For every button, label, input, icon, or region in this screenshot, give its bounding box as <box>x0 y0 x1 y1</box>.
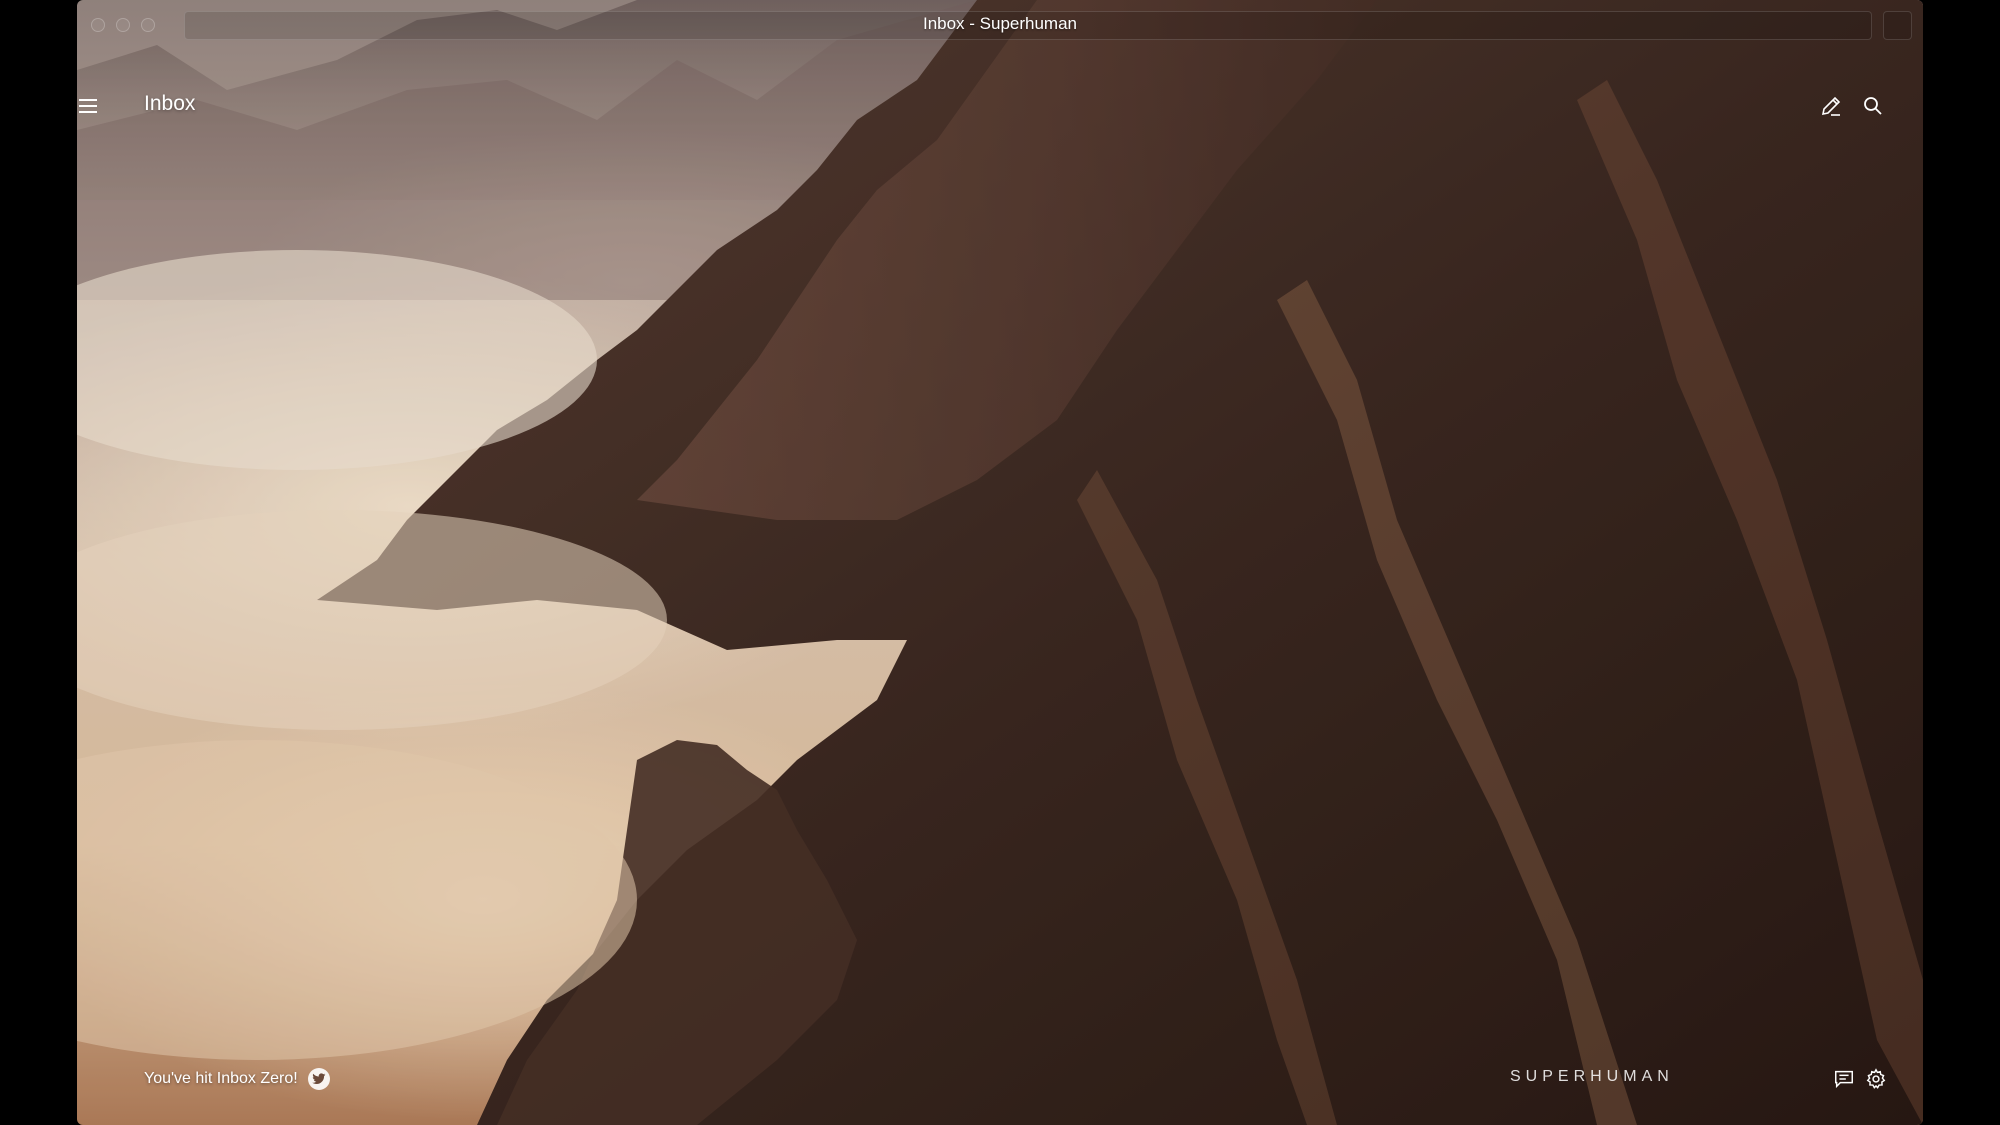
inbox-zero-wallpaper <box>77 0 1923 1125</box>
mountain-ridge-illustration <box>77 0 1923 1125</box>
settings-icon[interactable] <box>1865 1068 1887 1090</box>
search-icon[interactable] <box>1861 94 1885 118</box>
comments-icon[interactable] <box>1833 1068 1855 1090</box>
page-title: Inbox <box>144 92 196 115</box>
window-title: Inbox - Superhuman <box>922 14 1078 33</box>
app-window: Inbox - Superhuman Inbox You've hit Inbo… <box>77 0 1923 1125</box>
compose-icon[interactable] <box>1819 94 1843 118</box>
twitter-icon[interactable] <box>307 1068 330 1090</box>
menu-icon[interactable] <box>77 96 101 116</box>
window-title-bar: Inbox - Superhuman <box>77 0 1923 50</box>
screen: Inbox - Superhuman Inbox You've hit Inbo… <box>0 0 2000 1125</box>
brand-wordmark: SUPERHUMAN <box>1510 1068 1674 1085</box>
inbox-zero-status: You've hit Inbox Zero! <box>144 1068 330 1090</box>
inbox-zero-text: You've hit Inbox Zero! <box>144 1070 298 1087</box>
